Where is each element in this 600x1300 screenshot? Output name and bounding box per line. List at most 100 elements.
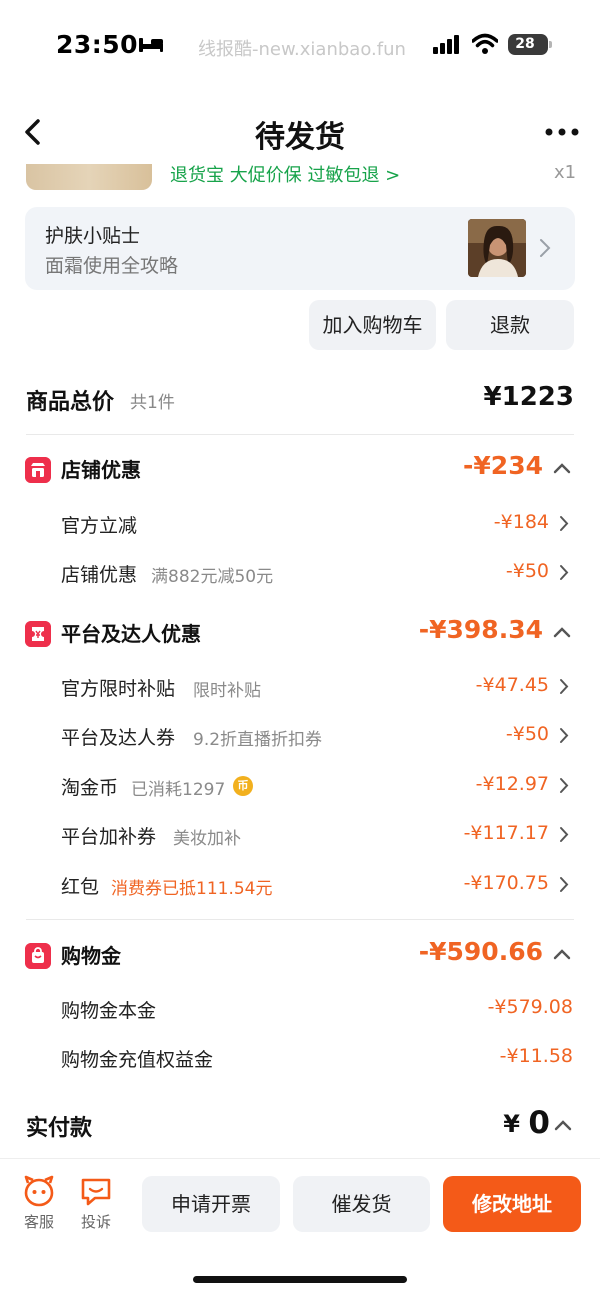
shopping-gold-title: 购物金 bbox=[61, 944, 121, 968]
battery-level: 28 bbox=[515, 36, 535, 52]
store-discount-header[interactable]: 店铺优惠 -¥234 bbox=[25, 451, 575, 489]
row-note: 美妆加补 bbox=[173, 829, 241, 849]
customer-service-label: 客服 bbox=[23, 1213, 54, 1231]
store-icon bbox=[25, 457, 51, 483]
item-total-value: ¥1223 bbox=[483, 382, 574, 412]
refund-button[interactable]: 退款 bbox=[446, 300, 574, 350]
chevron-right-icon bbox=[560, 778, 569, 793]
row-amount: -¥12.97 bbox=[475, 773, 549, 795]
store-discount-title: 店铺优惠 bbox=[61, 458, 141, 482]
complaint-icon bbox=[81, 1178, 111, 1206]
coin-icon: 币 bbox=[233, 776, 253, 796]
platform-discount-header[interactable]: 平台及达人优惠 -¥398.34 bbox=[25, 615, 575, 653]
chevron-right-icon bbox=[560, 877, 569, 892]
chevron-right-icon bbox=[560, 516, 569, 531]
row-note: 已消耗1297 bbox=[131, 780, 226, 800]
tips-thumbnail-photo bbox=[468, 219, 526, 277]
discount-row-bonus-coupon[interactable]: 平台加补券 美妆加补 -¥117.17 bbox=[61, 820, 575, 850]
discount-row-limited-subsidy[interactable]: 官方限时补贴 限时补贴 -¥47.45 bbox=[61, 672, 575, 702]
discount-row-platform-coupon[interactable]: 平台及达人券 9.2折直播折扣券 -¥50 bbox=[61, 721, 575, 751]
battery-indicator: 28 bbox=[508, 34, 552, 55]
modify-address-button[interactable]: 修改地址 bbox=[443, 1176, 581, 1232]
product-thumbnail bbox=[26, 164, 152, 190]
chevron-right-icon bbox=[560, 565, 569, 580]
row-label: 平台加补券 bbox=[61, 826, 157, 848]
row-label: 购物金充值权益金 bbox=[61, 1049, 214, 1071]
sleep-focus-icon bbox=[139, 38, 163, 52]
nav-bar: 待发货 bbox=[0, 100, 600, 164]
tips-title: 护肤小贴士 bbox=[45, 225, 141, 247]
amount-paid-currency: ¥ bbox=[503, 1110, 520, 1138]
shopping-gold-principal-row: 购物金本金 -¥579.08 bbox=[61, 994, 575, 1024]
row-note: 满882元减50元 bbox=[151, 567, 274, 587]
discount-row-store[interactable]: 店铺优惠 满882元减50元 -¥50 bbox=[61, 558, 575, 588]
product-quantity: x1 bbox=[554, 164, 577, 183]
cellular-signal-icon bbox=[433, 35, 459, 54]
row-note: 9.2折直播折扣券 bbox=[193, 730, 323, 750]
row-note: 消费券已抵111.54元 bbox=[111, 879, 273, 899]
status-bar: 23:50 线报酷-new.xianbao.fun 28 bbox=[0, 0, 600, 92]
complaint-button[interactable]: 投诉 bbox=[76, 1175, 116, 1235]
customer-service-button[interactable]: 客服 bbox=[19, 1175, 59, 1235]
product-item[interactable]: 退货宝 大促价保 过敏包退 > x1 bbox=[0, 164, 600, 194]
customer-service-icon bbox=[24, 1175, 54, 1207]
platform-discount-title: 平台及达人优惠 bbox=[61, 622, 201, 646]
shopping-gold-header[interactable]: 购物金 -¥590.66 bbox=[25, 937, 575, 975]
add-to-cart-button[interactable]: 加入购物车 bbox=[309, 300, 436, 350]
chevron-right-icon bbox=[560, 728, 569, 743]
row-amount: -¥170.75 bbox=[463, 872, 549, 894]
chevron-up-icon bbox=[553, 463, 571, 474]
skincare-tips-card[interactable]: 护肤小贴士 面霜使用全攻略 bbox=[25, 207, 575, 290]
discount-row-taojinbi[interactable]: 淘金币 已消耗1297 币 -¥12.97 bbox=[61, 771, 575, 801]
chevron-up-icon bbox=[554, 1120, 572, 1131]
item-total-label: 商品总价 bbox=[26, 390, 115, 415]
item-total-row: 商品总价 共1件 ¥1223 bbox=[26, 380, 574, 424]
row-label: 淘金币 bbox=[61, 777, 119, 799]
discount-row-red-packet[interactable]: 红包 消费券已抵111.54元 -¥170.75 bbox=[61, 870, 575, 900]
row-amount: -¥47.45 bbox=[475, 674, 549, 696]
chevron-up-icon bbox=[553, 949, 571, 960]
status-time: 23:50 bbox=[56, 30, 139, 59]
divider bbox=[26, 919, 574, 920]
shopping-gold-amount: -¥590.66 bbox=[418, 937, 543, 966]
complaint-label: 投诉 bbox=[80, 1213, 111, 1231]
row-label: 店铺优惠 bbox=[61, 564, 138, 586]
amount-paid-label: 实付款 bbox=[26, 1116, 93, 1141]
row-amount: -¥50 bbox=[505, 723, 549, 745]
item-count: 共1件 bbox=[130, 393, 175, 413]
amount-paid-value: 0 bbox=[528, 1105, 550, 1141]
divider bbox=[26, 434, 574, 435]
page-title: 待发货 bbox=[255, 120, 345, 155]
row-amount: -¥50 bbox=[505, 560, 549, 582]
chevron-right-icon bbox=[540, 239, 551, 257]
chevron-up-icon bbox=[553, 627, 571, 638]
row-amount: -¥117.17 bbox=[463, 822, 549, 844]
home-indicator[interactable] bbox=[193, 1276, 407, 1283]
service-tags[interactable]: 退货宝 大促价保 过敏包退 > bbox=[170, 164, 400, 187]
chevron-right-icon bbox=[560, 827, 569, 842]
amount-paid-row[interactable]: 实付款 ¥ 0 bbox=[26, 1105, 574, 1149]
more-options-icon[interactable] bbox=[544, 126, 580, 138]
discount-row-official[interactable]: 官方立减 -¥184 bbox=[61, 509, 575, 539]
shopping-gold-bonus-row: 购物金充值权益金 -¥11.58 bbox=[61, 1043, 575, 1073]
shopping-bag-icon bbox=[25, 943, 51, 969]
store-discount-amount: -¥234 bbox=[463, 451, 543, 480]
request-invoice-button[interactable]: 申请开票 bbox=[142, 1176, 280, 1232]
row-amount: -¥184 bbox=[493, 511, 549, 533]
row-note: 限时补贴 bbox=[193, 681, 261, 701]
chevron-right-icon bbox=[560, 679, 569, 694]
urge-shipment-button[interactable]: 催发货 bbox=[293, 1176, 430, 1232]
tips-subtitle: 面霜使用全攻略 bbox=[45, 255, 179, 277]
row-label: 购物金本金 bbox=[61, 1000, 157, 1022]
row-amount: -¥11.58 bbox=[499, 1045, 573, 1067]
row-label: 平台及达人券 bbox=[61, 727, 176, 749]
battery-nub bbox=[549, 41, 552, 48]
row-label: 官方限时补贴 bbox=[61, 678, 176, 700]
platform-discount-amount: -¥398.34 bbox=[418, 615, 543, 644]
watermark-text: 线报酷-new.xianbao.fun bbox=[198, 39, 406, 60]
row-label: 红包 bbox=[61, 876, 100, 898]
row-label: 官方立减 bbox=[61, 515, 138, 537]
wifi-icon bbox=[472, 33, 498, 54]
coupon-icon bbox=[25, 621, 51, 647]
row-amount: -¥579.08 bbox=[487, 996, 573, 1018]
